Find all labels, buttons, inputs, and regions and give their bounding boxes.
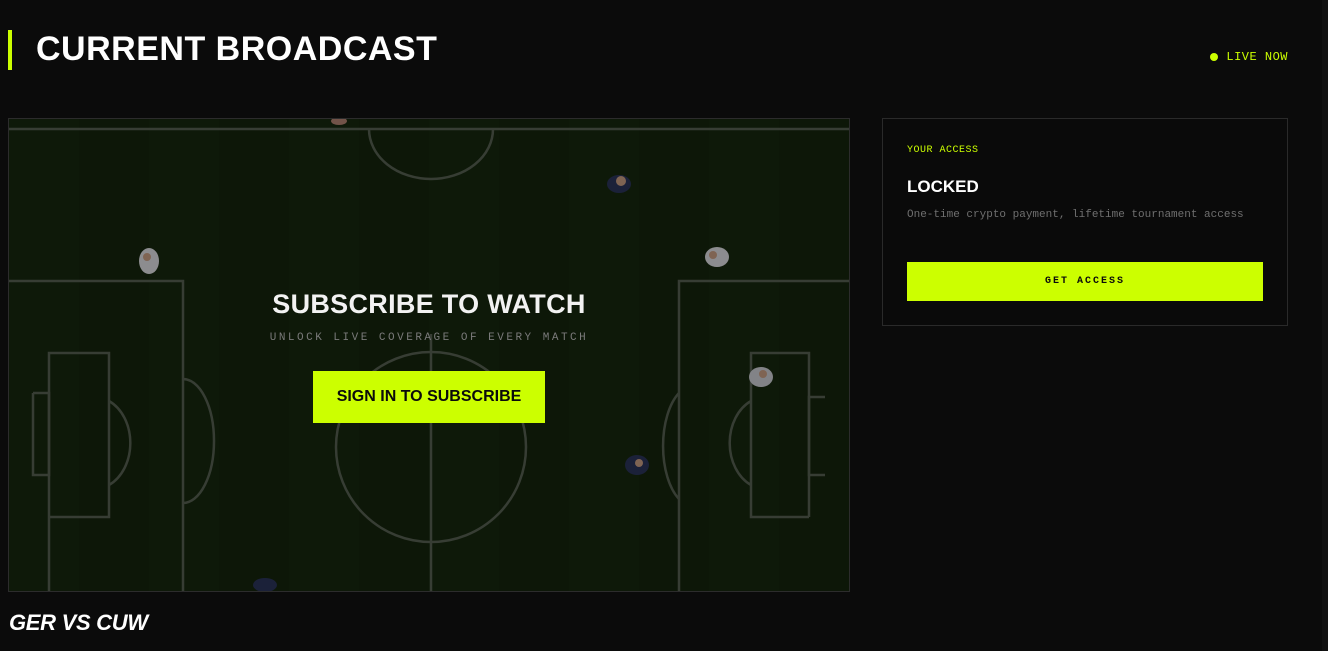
title-accent-bar — [8, 30, 12, 70]
video-dim-overlay — [9, 119, 849, 591]
access-label: YOUR ACCESS — [907, 145, 979, 156]
access-card: YOUR ACCESS LOCKED One-time crypto payme… — [882, 118, 1288, 326]
page-title: CURRENT BROADCAST — [36, 30, 438, 68]
live-indicator: LIVE NOW — [1210, 50, 1288, 64]
subscribe-title: SUBSCRIBE TO WATCH — [272, 289, 586, 319]
live-label: LIVE NOW — [1226, 50, 1288, 64]
get-access-button[interactable]: GET ACCESS — [907, 262, 1263, 301]
subscribe-subtitle: UNLOCK LIVE COVERAGE OF EVERY MATCH — [269, 332, 589, 344]
match-title: GER VS CUW — [9, 610, 148, 635]
live-dot-icon — [1210, 53, 1219, 61]
page: CURRENT BROADCAST LIVE NOW SUBSCRIBE TO … — [0, 0, 1328, 651]
video-player[interactable]: SUBSCRIBE TO WATCH UNLOCK LIVE COVERAGE … — [8, 118, 850, 592]
access-description: One-time crypto payment, lifetime tourna… — [907, 209, 1244, 221]
sign-in-to-subscribe-button[interactable]: SIGN IN TO SUBSCRIBE — [313, 371, 545, 423]
scrollbar[interactable] — [1322, 0, 1328, 651]
access-status: LOCKED — [907, 177, 979, 196]
